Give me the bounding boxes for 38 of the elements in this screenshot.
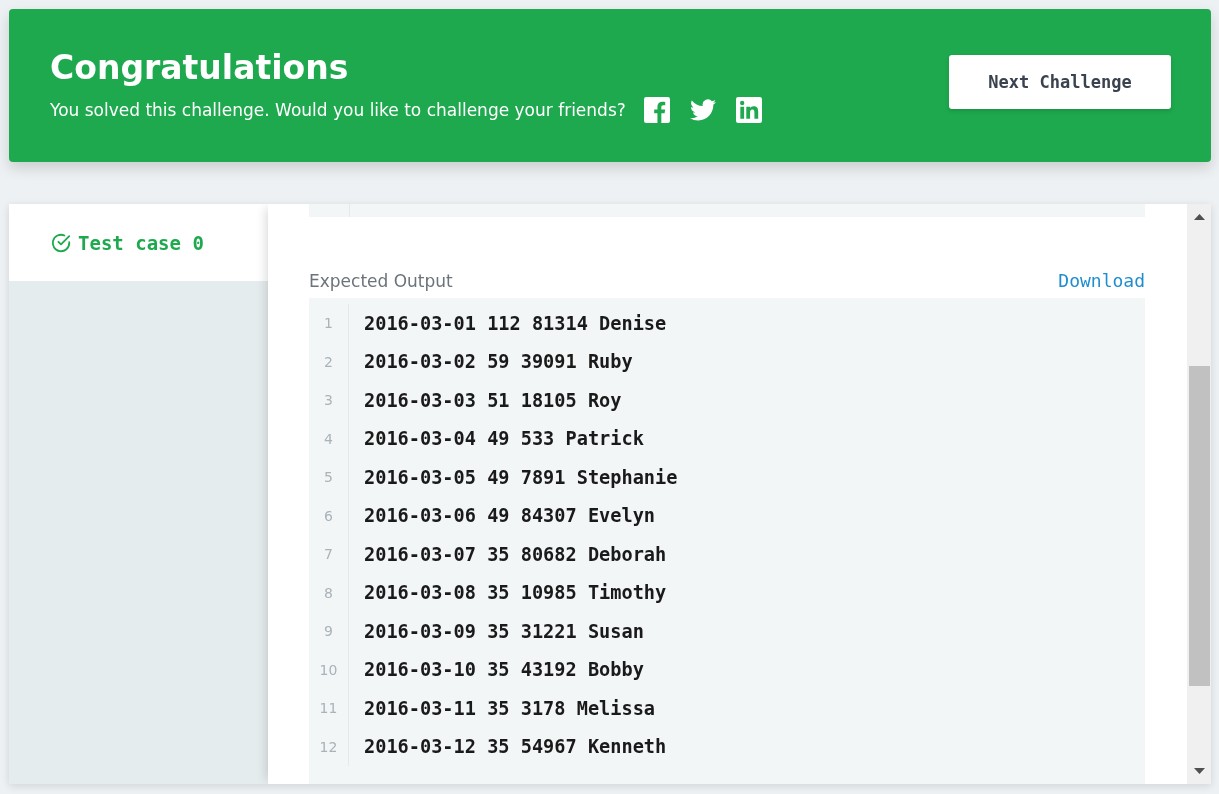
- code-line: 2016-03-10 35 43192 Bobby: [363, 659, 644, 681]
- scroll-down-arrow-icon[interactable]: [1194, 768, 1205, 774]
- linkedin-icon[interactable]: [735, 97, 762, 123]
- line-number: 8: [309, 573, 349, 612]
- line-number: 4: [309, 419, 349, 458]
- code-line: 2016-03-02 59 39091 Ruby: [363, 351, 633, 373]
- code-line: 2016-03-09 35 31221 Susan: [363, 620, 644, 642]
- test-case-tab[interactable]: Test case 0: [9, 204, 268, 281]
- facebook-icon[interactable]: [643, 97, 670, 123]
- code-line: 2016-03-04 49 533 Patrick: [363, 428, 644, 450]
- line-number: 5: [309, 458, 349, 497]
- scroll-up-arrow-icon[interactable]: [1194, 214, 1205, 220]
- line-number: 12: [309, 727, 349, 766]
- line-number: 10: [309, 650, 349, 689]
- line-number: 3: [309, 381, 349, 420]
- code-line: 2016-03-07 35 80682 Deborah: [363, 543, 667, 565]
- code-line: 2016-03-01 112 81314 Denise: [363, 312, 667, 334]
- next-challenge-button[interactable]: Next Challenge: [949, 54, 1171, 109]
- check-circle-icon: [50, 231, 72, 254]
- banner-title: Congratulations: [50, 48, 350, 87]
- line-number: 6: [309, 496, 349, 535]
- line-number: 2: [309, 342, 349, 381]
- code-line: 2016-03-05 49 7891 Stephanie: [363, 466, 678, 488]
- line-number: 11: [309, 689, 349, 728]
- line-number: 1: [309, 304, 349, 343]
- line-number: 7: [309, 535, 349, 574]
- code-line: 2016-03-11 35 3178 Melissa: [363, 697, 656, 719]
- banner-message: You solved this challenge. Would you like to challenge your friends?: [50, 100, 626, 120]
- code-line: 2016-03-03 51 18105 Roy: [363, 389, 622, 411]
- expected-output-label: Expected Output: [309, 271, 453, 291]
- line-number: 9: [309, 612, 349, 651]
- code-line: 2016-03-06 49 84307 Evelyn: [363, 505, 656, 527]
- scrollbar-thumb[interactable]: [1189, 366, 1210, 686]
- download-link[interactable]: Download: [1058, 270, 1145, 291]
- code-line: 2016-03-08 35 10985 Timothy: [363, 582, 667, 604]
- twitter-icon[interactable]: [689, 97, 716, 123]
- vertical-scrollbar[interactable]: [1187, 204, 1211, 784]
- code-line: 2016-03-12 35 54967 Kenneth: [363, 736, 667, 758]
